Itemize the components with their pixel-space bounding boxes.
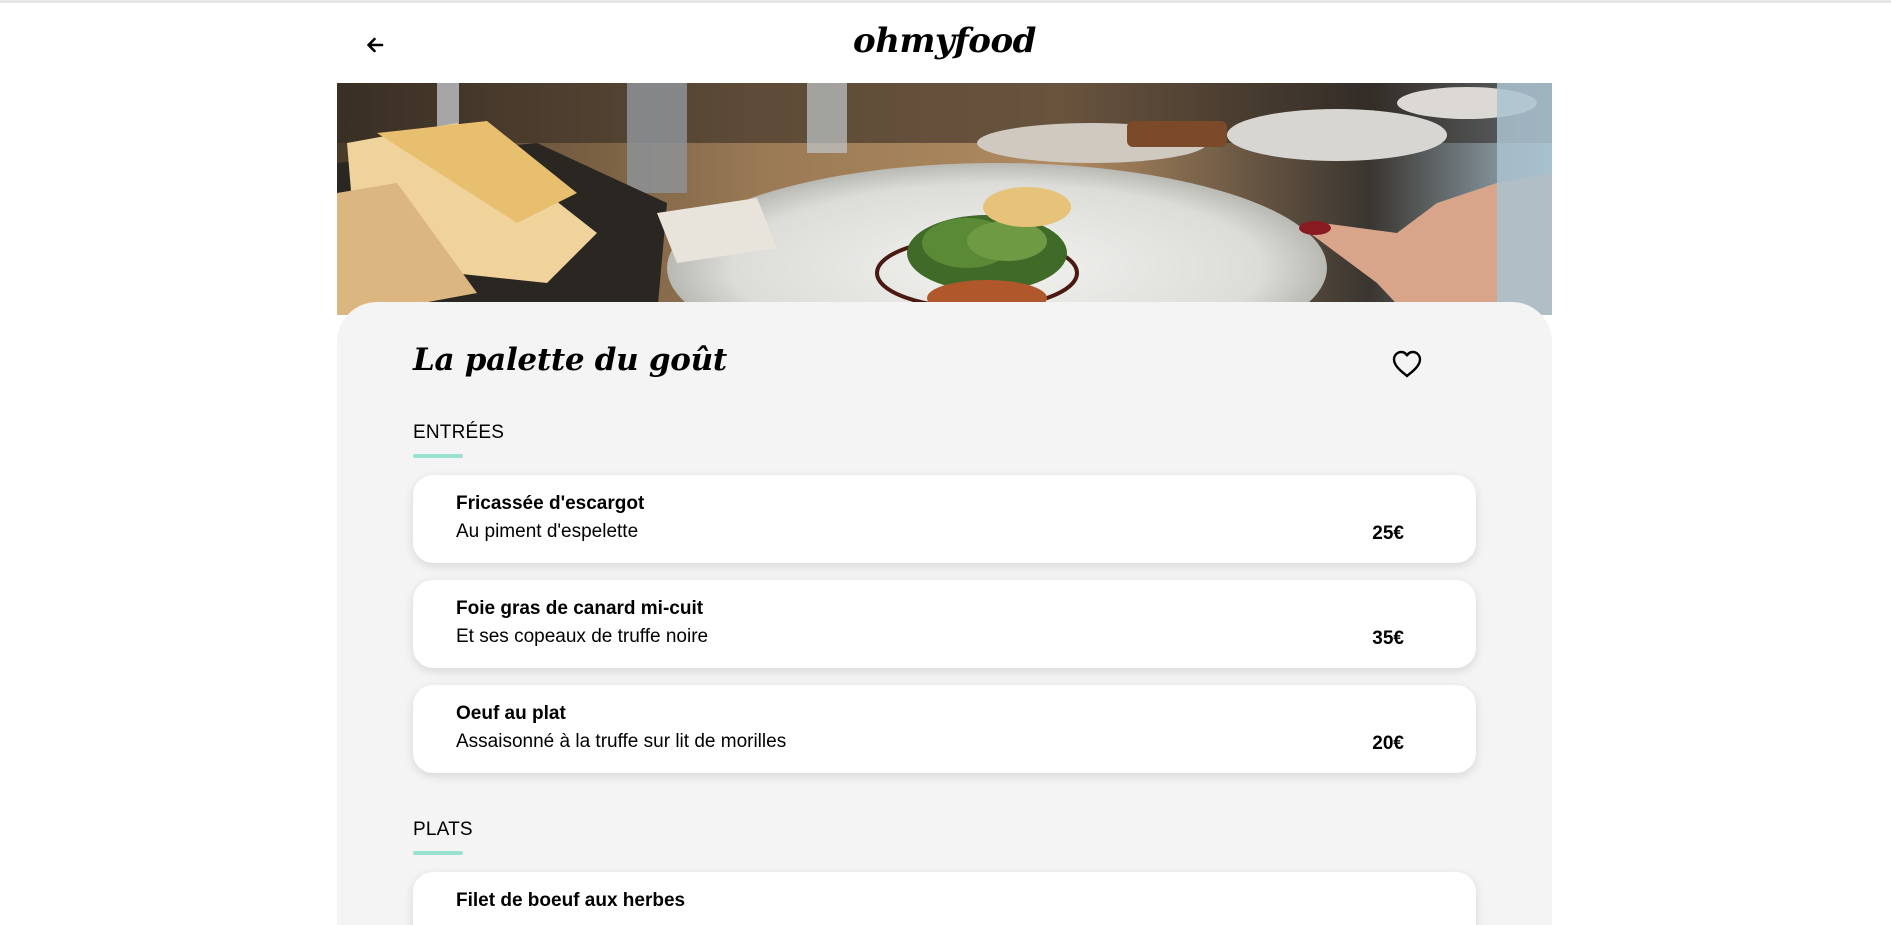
dish-name: Filet de boeuf aux herbes [456, 890, 686, 911]
heart-outline-icon [1392, 350, 1422, 378]
dish-card[interactable]: Foie gras de canard mi-cuit Et ses copea… [413, 580, 1476, 668]
hero-image [337, 83, 1552, 315]
dish-description: Assaisonné à la truffe sur lit de morill… [456, 731, 787, 752]
section-title-entrees: ENTRÉES [413, 422, 505, 458]
dish-card[interactable]: Oeuf au plat Assaisonné à la truffe sur … [413, 685, 1476, 773]
dish-name: Foie gras de canard mi-cuit [456, 598, 704, 619]
section-title-label: PLATS [413, 819, 473, 840]
dish-description: Au piment d'espelette [456, 521, 639, 542]
menu-card: La palette du goût ENTRÉES Fricassée d'e… [337, 302, 1552, 925]
dish-name: Oeuf au plat [456, 703, 566, 724]
dish-description: Et ses copeaux de truffe noire [456, 626, 709, 647]
header: ohmyfood [337, 3, 1552, 83]
favorite-button[interactable] [1389, 346, 1425, 382]
section-underline [413, 454, 463, 458]
dish-name: Fricassée d'escargot [456, 493, 645, 514]
restaurant-title: La palette du goût [413, 342, 727, 378]
section-title-plats: PLATS [413, 819, 473, 855]
dish-price: 25€ [1372, 523, 1404, 544]
dish-price: 20€ [1372, 733, 1404, 754]
logo[interactable]: ohmyfood [337, 21, 1552, 61]
dish-card[interactable]: Fricassée d'escargot Au piment d'espelet… [413, 475, 1476, 563]
section-underline [413, 851, 463, 855]
dish-card[interactable]: Filet de boeuf aux herbes [413, 872, 1476, 925]
dish-price: 35€ [1372, 628, 1404, 649]
section-title-label: ENTRÉES [413, 422, 505, 443]
